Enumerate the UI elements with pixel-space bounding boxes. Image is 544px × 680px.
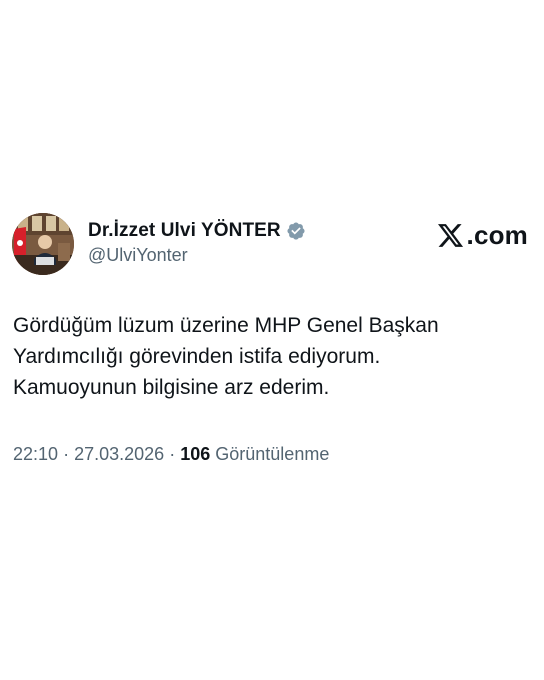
author-handle[interactable]: @UlviYonter [88, 245, 306, 266]
tweet-text-line: Yardımcılığı görevinden istifa ediyorum. [13, 345, 381, 368]
brand-label: .com [466, 220, 528, 250]
avatar[interactable] [12, 213, 74, 275]
verified-badge-icon [286, 221, 306, 241]
avatar-photo-icon [12, 213, 74, 275]
tweet-time[interactable]: 22:10 [13, 444, 58, 464]
meta-separator: · [169, 444, 176, 464]
tweet-text: Gördüğüm lüzum üzerine MHP Genel Başkan … [13, 310, 533, 403]
tweet-card: Dr.İzzet Ulvi YÖNTER @UlviYonter .com Gö… [0, 0, 544, 680]
x-logo-icon [437, 223, 464, 248]
author-name-row: Dr.İzzet Ulvi YÖNTER [88, 217, 306, 245]
views-label: Görüntülenme [215, 444, 330, 464]
tweet-text-line: Gördüğüm lüzum üzerine MHP Genel Başkan [13, 314, 439, 337]
meta-separator: · [63, 444, 70, 464]
views-count: 106 [180, 444, 211, 464]
author-display-name[interactable]: Dr.İzzet Ulvi YÖNTER [88, 220, 281, 242]
author-info: Dr.İzzet Ulvi YÖNTER @UlviYonter [88, 217, 306, 266]
brand-link[interactable]: .com [437, 220, 528, 251]
tweet-meta: 22:10 · 27.03.2026 · 106 Görüntülenme [13, 444, 329, 465]
tweet-text-line: Kamuoyunun bilgisine arz ederim. [13, 376, 330, 399]
tweet-date[interactable]: 27.03.2026 [74, 444, 164, 464]
